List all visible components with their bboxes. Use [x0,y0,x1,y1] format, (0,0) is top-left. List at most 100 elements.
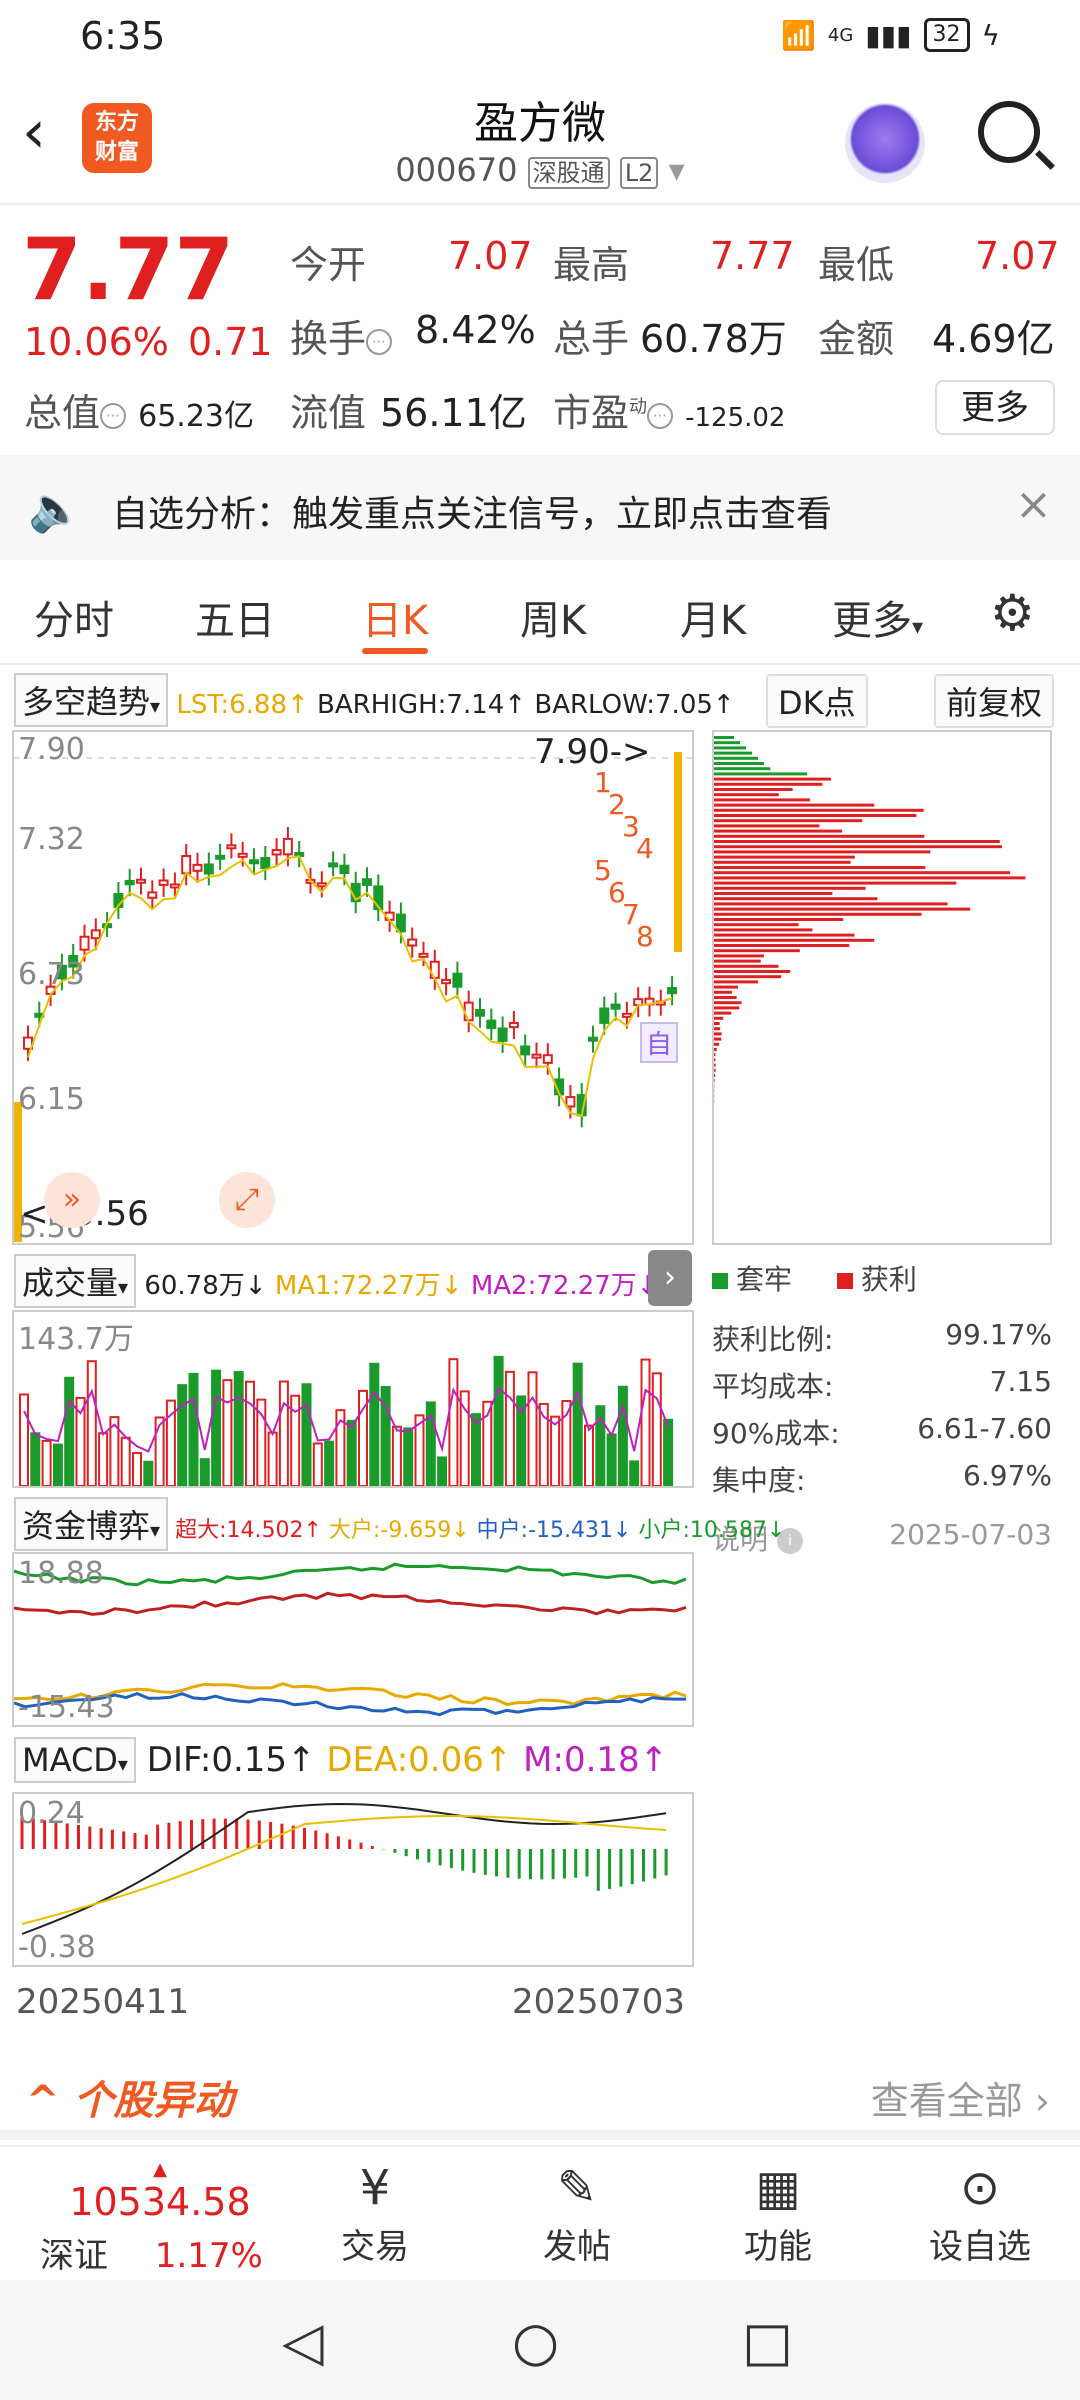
volume-bar [369,1362,380,1487]
candle-body [124,879,135,886]
fund-indicator-select[interactable]: 资金博弈▾ [14,1497,169,1551]
chip-bar [714,762,764,765]
view-all-link[interactable]: 查看全部 › [871,2070,1050,2125]
chip-bar [714,860,851,864]
fund-chart[interactable]: 18.88 -15.43 [12,1552,694,1727]
m-value: M:0.18↑ [523,1740,669,1780]
volume-indicator-select[interactable]: 成交量▾ [14,1254,137,1308]
index-ticker[interactable]: ▲ 10534.58 深证 1.17% [40,2159,280,2277]
super-value: 超大:14.502↑ [175,1518,322,1543]
tab-more[interactable]: 更多▾ [832,588,923,646]
info-icon[interactable]: ⋯ [647,402,674,429]
volume-bar [471,1413,481,1487]
fullscreen-icon[interactable]: ⤢ [219,1172,275,1228]
chip-bar [714,814,917,817]
volume-bar [346,1419,357,1487]
volume-chart[interactable]: 143.7万 [12,1310,694,1488]
chip-bar [714,772,808,776]
volume-bar [301,1383,312,1487]
adjust-button[interactable]: 前复权 [934,674,1055,728]
chip-bar [714,918,844,921]
volume-bar [324,1440,335,1487]
volume-value: 60.78万 [640,317,787,361]
candle-body [452,972,463,988]
tab-daily-k[interactable]: 日K [362,588,428,646]
chip-bar [714,788,793,791]
chip-bar [714,876,1026,880]
chip-bar [714,933,855,937]
info-icon[interactable]: ⋯ [100,402,127,429]
nav-recent-icon[interactable]: □ [742,2310,793,2373]
chip-bar [714,746,746,750]
index-pct: 1.17% [154,2236,263,2276]
fund-flow-line [13,1591,687,1616]
functions-button[interactable]: ▦ 功能 [698,2157,858,2268]
stock-code: 000670 [395,151,518,189]
volume-bar [617,1385,628,1487]
trade-button[interactable]: ¥ 交易 [295,2157,455,2268]
macd-indicator-row: MACD▾ DIF:0.15↑ DEA:0.06↑ M:0.18↑ [14,1737,668,1783]
signal-icon: ▮▮▮ [865,18,912,52]
chip-bar [714,871,1011,875]
high-value: 7.77 [710,234,795,278]
close-icon[interactable]: × [1015,479,1052,530]
add-watchlist-button[interactable]: ⊙ 设自选 [900,2157,1060,2268]
stock-anomaly-section[interactable]: ^ 个股异动 查看全部 › [0,2050,1080,2140]
assistant-avatar-icon[interactable] [845,103,925,183]
candle-body [407,938,418,947]
chevron-right-icon[interactable]: › [648,1250,692,1306]
chip-distribution-chart[interactable] [712,730,1052,1245]
bottom-toolbar: ▲ 10534.58 深证 1.17% ¥ 交易 ✎ 发帖 ▦ 功能 ⊙ 设自选 [0,2145,1080,2280]
volume-bar [391,1425,402,1488]
dk-point-button[interactable]: DK点 [766,674,868,728]
tab-intraday[interactable]: 分时 [34,588,114,646]
info-icon[interactable]: ⋯ [366,328,393,355]
mktcap-value: 65.23亿 [138,399,254,434]
chip-bar [714,1016,724,1020]
expand-left-icon[interactable]: » [44,1172,100,1228]
trapped-legend-swatch [712,1273,728,1289]
candle-body [621,1012,632,1018]
trend-indicator-select[interactable]: 多空趋势▾ [14,673,169,727]
dif-value: DIF:0.15↑ [146,1740,316,1780]
macd-indicator-select[interactable]: MACD▾ [14,1737,136,1783]
candle-body [316,882,327,888]
tab-five-day[interactable]: 五日 [195,588,275,646]
alert-text[interactable]: 自选分析：触发重点关注信号，立即点击查看 [112,485,832,537]
high-label: 最高 [553,243,630,287]
macd-chart[interactable]: 0.24 -0.38 [12,1792,694,1967]
pe-label: 市盈 [553,391,630,435]
nav-back-icon[interactable]: ◁ [282,2310,324,2373]
candle-body [260,857,271,870]
chip-bar [714,1048,717,1051]
chip-bar [714,1079,715,1083]
post-button[interactable]: ✎ 发帖 [497,2157,657,2268]
candle-body [418,952,429,958]
volume-bar [278,1380,289,1487]
chip-bar [714,954,764,958]
alert-banner[interactable]: 🔈 自选分析：触发重点关注信号，立即点击查看 × [0,455,1080,560]
chip-bar [714,741,740,745]
dropdown-icon: ▾ [668,151,685,189]
tab-monthly-k[interactable]: 月K [680,588,746,646]
volume-bar [651,1372,662,1487]
candle-body [147,891,158,899]
candle-body [192,863,203,872]
tab-weekly-k[interactable]: 周K [520,588,586,646]
more-button[interactable]: 更多 [935,380,1055,435]
kline-chart[interactable]: 12345678 7.90 7.32 6.73 6.15 5.56 7.90->… [12,730,694,1245]
chip-bar [714,840,1000,843]
chip-bar [714,751,752,755]
date-end: 20250703 [512,1982,686,2022]
candle-body [90,929,101,940]
nav-home-icon[interactable]: ○ [512,2310,559,2373]
charging-icon: ϟ [981,18,1000,52]
chip-bar [714,964,779,968]
gear-icon[interactable]: ⚙ [990,584,1035,642]
candle-body [667,987,678,995]
chip-bar [714,985,738,989]
trade-icon: ¥ [359,2160,391,2216]
volume-bar [30,1432,41,1488]
search-icon[interactable] [978,101,1040,163]
chip-bar [714,959,761,963]
